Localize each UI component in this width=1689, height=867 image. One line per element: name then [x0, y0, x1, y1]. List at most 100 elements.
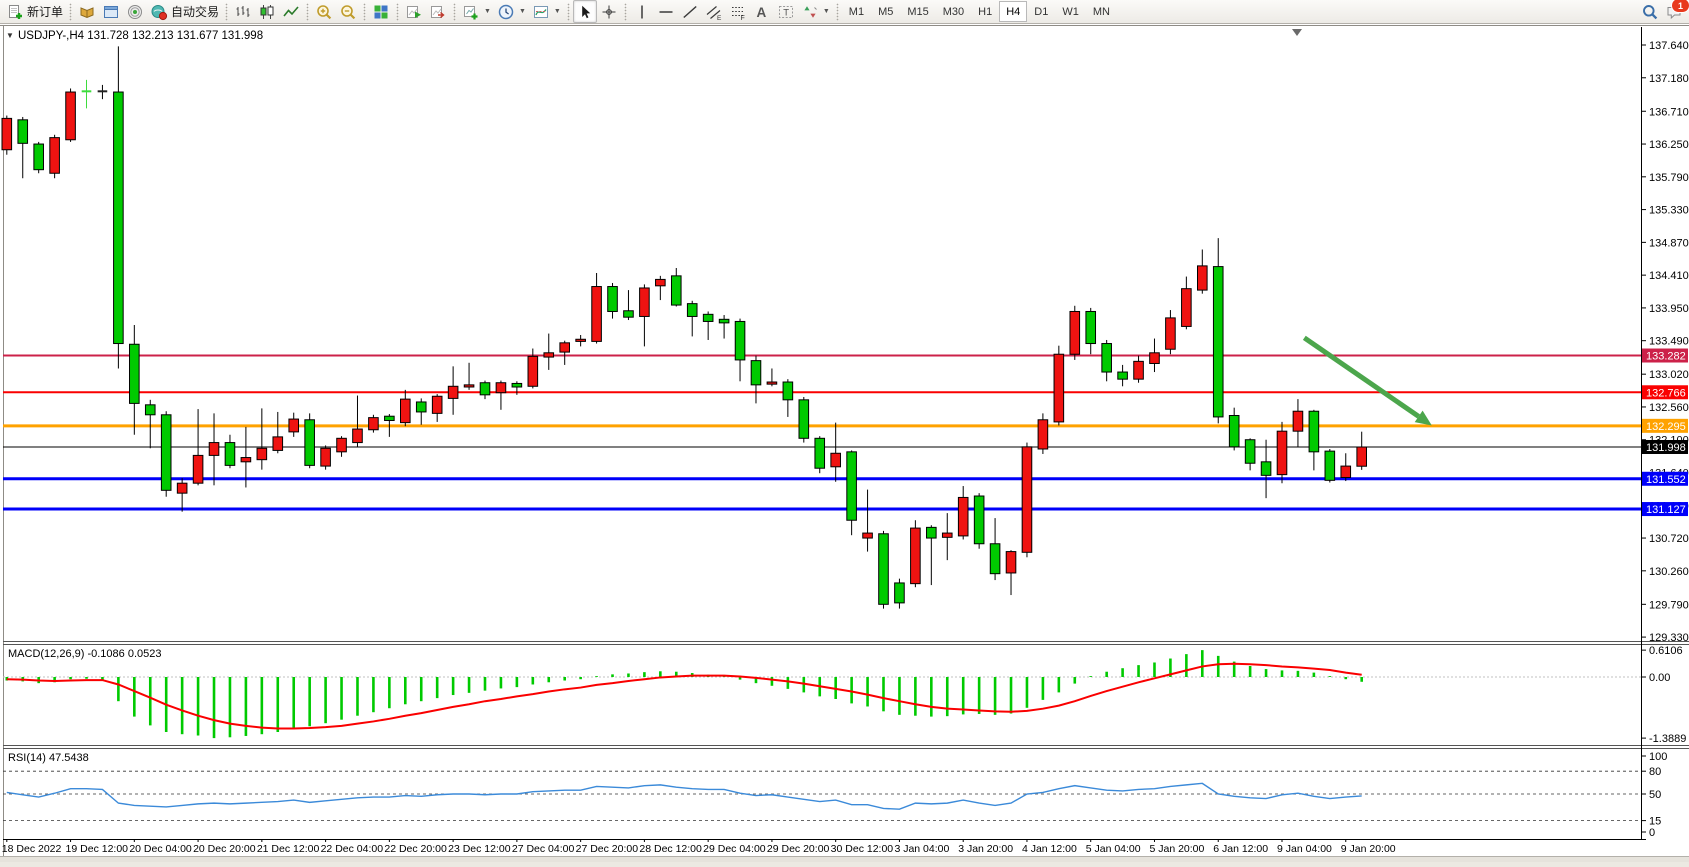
window-blue-icon	[102, 3, 120, 21]
channel-tool-button[interactable]: E	[702, 0, 726, 23]
svg-text:132.295: 132.295	[1646, 421, 1686, 433]
svg-text:-1.3889: -1.3889	[1649, 733, 1686, 745]
svg-text:132.560: 132.560	[1649, 402, 1689, 414]
svg-text:130.720: 130.720	[1649, 533, 1689, 545]
toolbar-separator	[565, 3, 572, 21]
radar-icon	[126, 3, 144, 21]
vertical-line-tool-button[interactable]	[630, 0, 654, 23]
svg-text:20 Dec 04:00: 20 Dec 04:00	[129, 843, 192, 855]
autoscroll-icon	[405, 3, 423, 21]
chart-ohlc-title: USDJPY-,H4 131.728 132.213 131.677 131.9…	[18, 30, 263, 42]
bars-icon	[234, 3, 252, 21]
one-click-trading-toggle[interactable]: ▼	[6, 31, 14, 40]
toolbar-separator	[451, 3, 458, 21]
data-window-button[interactable]	[99, 0, 123, 23]
label-icon: T	[777, 3, 795, 21]
notifications-button[interactable]: 1	[1662, 0, 1686, 23]
indicators-icon	[532, 3, 550, 21]
chart-canvas[interactable]: 137.640137.180136.710136.250135.790135.3…	[0, 24, 1689, 862]
svg-text:133.020: 133.020	[1649, 369, 1689, 381]
trendline-tool-button[interactable]	[678, 0, 702, 23]
search-button[interactable]	[1638, 0, 1662, 23]
search-icon	[1641, 3, 1659, 21]
crosshair-tool-button[interactable]	[597, 0, 621, 23]
arrows-tool-button[interactable]: ▼	[798, 0, 833, 23]
tf-button-M5[interactable]: M5	[871, 1, 900, 22]
auto-scroll-button[interactable]	[402, 0, 426, 23]
svg-text:6 Jan 12:00: 6 Jan 12:00	[1213, 843, 1268, 855]
autotrading-button[interactable]: 自动交易	[147, 0, 222, 23]
svg-text:5 Jan 20:00: 5 Jan 20:00	[1149, 843, 1204, 855]
tf-button-M1[interactable]: M1	[842, 1, 871, 22]
candlestick-chart-button[interactable]	[255, 0, 279, 23]
svg-text:9 Jan 20:00: 9 Jan 20:00	[1341, 843, 1396, 855]
toolbar-separator	[304, 3, 311, 21]
tile-windows-button[interactable]	[369, 0, 393, 23]
macd-label: MACD(12,26,9) -0.1086 0.0523	[8, 648, 161, 660]
main-toolbar: 新订单自动交易▼▼▼EFAT▼M1M5M15M30H1H4D1W1MN1	[0, 0, 1689, 24]
svg-text:131.552: 131.552	[1646, 474, 1686, 486]
chart-shift-button[interactable]	[426, 0, 450, 23]
channel-icon: E	[705, 3, 723, 21]
svg-text:0: 0	[1649, 827, 1655, 839]
svg-text:135.790: 135.790	[1649, 172, 1689, 184]
svg-text:129.790: 129.790	[1649, 599, 1689, 611]
linechart-icon	[282, 3, 300, 21]
tf-button-MN[interactable]: MN	[1086, 1, 1117, 22]
cursor-tool-button[interactable]	[573, 0, 597, 23]
svg-text:130.260: 130.260	[1649, 566, 1689, 578]
svg-text:30 Dec 12:00: 30 Dec 12:00	[831, 843, 894, 855]
svg-text:A: A	[756, 5, 766, 20]
svg-text:137.640: 137.640	[1649, 40, 1689, 52]
signals-button[interactable]	[123, 0, 147, 23]
new-chart-button[interactable]: ▼	[459, 0, 494, 23]
bar-chart-button[interactable]	[231, 0, 255, 23]
tf-button-H4[interactable]: H4	[999, 1, 1027, 22]
candles-icon	[258, 3, 276, 21]
hline-icon	[657, 3, 675, 21]
svg-text:80: 80	[1649, 766, 1661, 778]
chart-area[interactable]: 137.640137.180136.710136.250135.790135.3…	[0, 24, 1689, 862]
rsi-label: RSI(14) 47.5438	[8, 752, 89, 764]
text-tool-button[interactable]: A	[750, 0, 774, 23]
indicators-button[interactable]: ▼	[529, 0, 564, 23]
tf-button-W1[interactable]: W1	[1055, 1, 1086, 22]
tf-button-M30[interactable]: M30	[936, 1, 971, 22]
svg-text:137.180: 137.180	[1649, 73, 1689, 85]
text-label-tool-button[interactable]: T	[774, 0, 798, 23]
svg-text:9 Jan 04:00: 9 Jan 04:00	[1277, 843, 1332, 855]
chart-gold-icon	[78, 3, 96, 21]
svg-text:20 Dec 20:00: 20 Dec 20:00	[193, 843, 256, 855]
text-icon: A	[753, 3, 771, 21]
trendline-icon	[681, 3, 699, 21]
line-chart-button[interactable]	[279, 0, 303, 23]
new-order-button-label: 新订单	[27, 3, 63, 20]
periodicity-button[interactable]: ▼	[494, 0, 529, 23]
svg-text:19 Dec 12:00: 19 Dec 12:00	[66, 843, 129, 855]
zoom-out-icon	[339, 3, 357, 21]
svg-text:50: 50	[1649, 789, 1661, 801]
zoom-in-button[interactable]	[312, 0, 336, 23]
toolbar-separator	[67, 3, 74, 21]
svg-text:22 Dec 20:00: 22 Dec 20:00	[384, 843, 447, 855]
svg-text:136.710: 136.710	[1649, 106, 1689, 118]
zoom-out-button[interactable]	[336, 0, 360, 23]
fibonacci-tool-button[interactable]: F	[726, 0, 750, 23]
new-chart-icon	[462, 3, 480, 21]
svg-text:23 Dec 12:00: 23 Dec 12:00	[448, 843, 511, 855]
chevron-down-icon: ▼	[484, 8, 491, 15]
crosshair-icon	[600, 3, 618, 21]
svg-text:E: E	[717, 15, 722, 21]
horizontal-line-tool-button[interactable]	[654, 0, 678, 23]
svg-text:18 Dec 2022: 18 Dec 2022	[2, 843, 62, 855]
svg-text:133.282: 133.282	[1646, 351, 1686, 363]
tf-button-D1[interactable]: D1	[1027, 1, 1055, 22]
market-watch-button[interactable]	[75, 0, 99, 23]
new-order-button[interactable]: 新订单	[3, 0, 66, 23]
tf-button-M15[interactable]: M15	[900, 1, 935, 22]
svg-text:133.950: 133.950	[1649, 303, 1689, 315]
tf-button-H1[interactable]: H1	[971, 1, 999, 22]
svg-text:132.766: 132.766	[1646, 387, 1686, 399]
toolbar-separator	[834, 3, 841, 21]
fibo-icon: F	[729, 3, 747, 21]
